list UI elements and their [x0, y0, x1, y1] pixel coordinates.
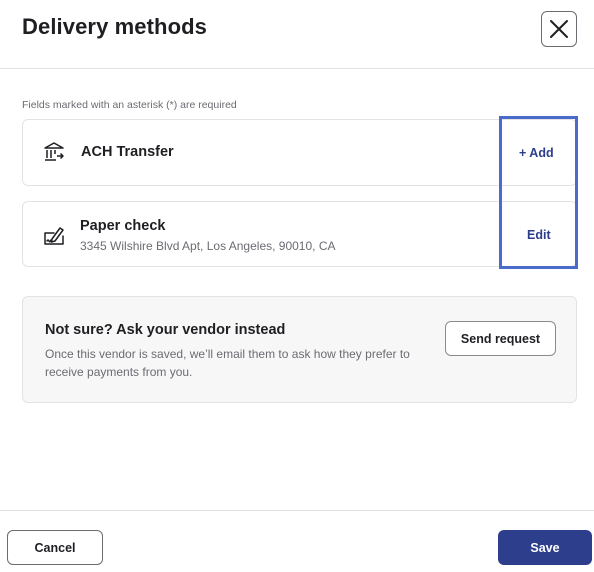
method-address: 3345 Wilshire Blvd Apt, Los Angeles, 900… — [80, 239, 336, 253]
method-name: ACH Transfer — [81, 144, 174, 160]
cancel-button[interactable]: Cancel — [7, 530, 103, 565]
method-name: Paper check — [80, 218, 166, 234]
vendor-request-title: Not sure? Ask your vendor instead — [45, 322, 286, 338]
delivery-method-paper-check: Paper check 3345 Wilshire Blvd Apt, Los … — [22, 201, 577, 267]
dialog-title: Delivery methods — [22, 14, 208, 39]
bank-transfer-icon — [43, 141, 65, 163]
close-icon — [550, 20, 568, 38]
check-sign-icon — [43, 224, 65, 246]
required-fields-note: Fields marked with an asterisk (*) are r… — [22, 99, 237, 111]
save-button[interactable]: Save — [498, 530, 592, 565]
edit-paper-check-button[interactable]: Edit — [527, 228, 551, 242]
send-request-button[interactable]: Send request — [445, 321, 556, 356]
vendor-request-description: Once this vendor is saved, we’ll email t… — [45, 347, 410, 379]
add-ach-button[interactable]: + Add — [519, 146, 554, 160]
delivery-method-ach: ACH Transfer + Add — [22, 119, 577, 186]
dialog-footer: Cancel Save — [0, 510, 594, 572]
close-button[interactable] — [541, 11, 577, 47]
vendor-request-panel: Not sure? Ask your vendor instead Once t… — [22, 296, 577, 403]
dialog-header: Delivery methods — [0, 0, 594, 69]
